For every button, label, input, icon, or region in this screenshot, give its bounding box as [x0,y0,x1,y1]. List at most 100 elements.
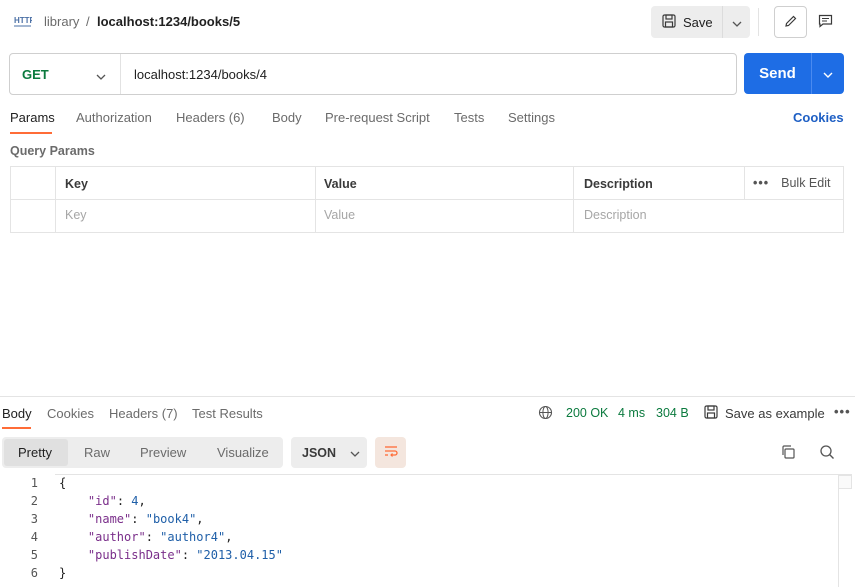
globe-icon[interactable] [538,405,553,423]
cookies-link[interactable]: Cookies [793,110,844,125]
copy-icon[interactable] [780,444,796,463]
save-options-button[interactable] [723,6,750,38]
tab-response-headers[interactable]: Headers (7) [109,406,178,421]
json-comma: , [196,512,204,526]
view-preview[interactable]: Preview [140,445,186,460]
save-button[interactable]: Save [651,6,723,38]
response-body-editor[interactable]: 1 2 3 4 5 6 { "id": 4, "name": "book4", … [0,474,855,587]
line-number: 6 [30,566,38,580]
method-select[interactable]: GET [10,54,121,94]
code-line: { [59,476,66,490]
json-comma: , [225,530,233,544]
tab-pre-request-script[interactable]: Pre-request Script [325,110,430,125]
chevron-down-icon [732,15,742,30]
search-icon[interactable] [819,444,835,463]
send-button[interactable]: Send [744,53,812,94]
comment-icon [818,14,833,31]
more-options-icon[interactable]: ••• [753,176,769,190]
table-row [11,200,843,233]
code-line: "publishDate": "2013.04.15" [87,548,283,562]
json-key: "publishDate" [87,548,182,562]
description-input[interactable]: Description [584,208,647,222]
url-bar: GET localhost:1234/books/4 [9,53,737,95]
pencil-icon [784,14,798,31]
chevron-down-icon [96,68,106,83]
header-divider [758,8,759,36]
format-select[interactable]: JSON [291,437,367,468]
active-response-tab-indicator [2,427,31,429]
method-label: GET [22,66,49,82]
wrap-lines-button[interactable] [375,437,406,468]
response-size[interactable]: 304 B [656,406,689,420]
tab-response-body[interactable]: Body [2,406,32,421]
view-raw[interactable]: Raw [84,445,110,460]
column-header-value: Value [324,177,357,191]
json-key: "id" [87,494,117,508]
bulk-edit-button[interactable]: Bulk Edit [781,176,830,190]
view-visualize[interactable]: Visualize [217,445,269,460]
tab-params[interactable]: Params [10,110,55,125]
bulk-edit-area: ••• Bulk Edit [753,176,830,190]
chevron-down-icon [350,445,360,460]
code-line: "name": "book4", [87,512,204,526]
active-tab-indicator [10,132,52,134]
edit-button[interactable] [774,6,807,38]
response-divider[interactable] [0,396,855,397]
json-brace: { [59,476,67,490]
tab-settings[interactable]: Settings [508,110,555,125]
code-line: } [59,566,66,580]
breadcrumb-current[interactable]: localhost:1234/books/5 [97,14,240,29]
json-brace: } [59,566,67,580]
save-icon [662,13,676,31]
line-number: 4 [30,530,38,544]
save-button-group: Save [651,6,750,38]
column-divider [55,167,56,232]
url-input[interactable]: localhost:1234/books/4 [134,67,267,82]
column-divider [744,167,745,200]
tab-response-cookies[interactable]: Cookies [47,406,94,421]
breadcrumb-separator: / [86,14,90,29]
column-divider [315,167,316,232]
save-label: Save [683,14,713,30]
value-input[interactable]: Value [324,208,355,222]
tab-body[interactable]: Body [272,110,302,125]
code-line: "author": "author4", [87,530,233,544]
save-as-example-button[interactable]: Save as example [725,406,825,421]
json-value: "author4" [160,530,226,544]
line-number: 2 [30,494,38,508]
send-button-group: Send [744,53,844,94]
response-time[interactable]: 4 ms [618,406,645,420]
json-key: "name" [87,512,132,526]
json-value: 4 [131,494,139,508]
breadcrumb-parent[interactable]: library [44,14,79,29]
tab-headers[interactable]: Headers (6) [176,110,245,125]
code-line: "id": 4, [87,494,146,508]
tab-test-results[interactable]: Test Results [192,406,263,421]
status-code[interactable]: 200 OK [566,406,608,420]
wrap-lines-icon [383,444,399,461]
tab-tests[interactable]: Tests [454,110,484,125]
column-header-description: Description [584,177,653,191]
line-number: 5 [30,548,38,562]
send-options-button[interactable] [812,53,844,94]
save-icon [704,405,718,422]
view-pretty[interactable]: Pretty [18,445,52,460]
query-params-table: Key Value Description ••• Bulk Edit Key … [10,166,844,233]
json-key: "author" [87,530,146,544]
json-value: "2013.04.15" [196,548,283,562]
query-params-title: Query Params [10,144,95,158]
line-number: 1 [30,476,38,490]
chevron-down-icon [823,66,833,81]
comments-button[interactable] [809,6,842,38]
key-input[interactable]: Key [65,208,87,222]
json-comma: , [138,494,146,508]
more-options-icon[interactable]: ••• [834,404,851,419]
tab-authorization[interactable]: Authorization [76,110,152,125]
line-number: 3 [30,512,38,526]
svg-text:HTTP: HTTP [14,16,32,25]
view-mode-group: Pretty Raw Preview Visualize [2,437,283,468]
table-header-row [11,167,843,200]
http-icon: HTTP [14,13,36,29]
json-value: "book4" [145,512,197,526]
column-header-key: Key [65,177,88,191]
